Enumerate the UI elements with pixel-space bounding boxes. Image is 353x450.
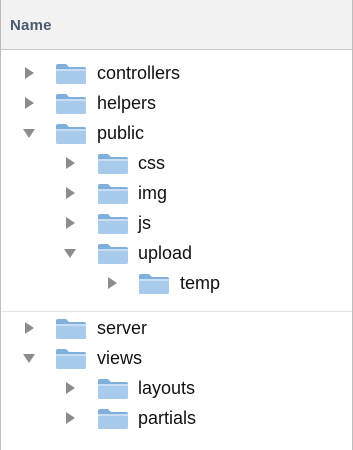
folder-icon [98,409,128,429]
folder-label: helpers [97,93,157,113]
folder-icon [139,274,169,294]
folder-label: js [138,213,151,233]
disclosure-triangle-right-icon[interactable] [22,96,36,110]
folder-icon [98,154,128,174]
disclosure-triangle-right-icon[interactable] [105,276,119,290]
disclosure-triangle-right-icon[interactable] [63,411,77,425]
folder-label: public [97,123,145,143]
disclosure-triangle-right-icon[interactable] [63,381,77,395]
disclosure-triangle-down-icon[interactable] [63,246,77,260]
folder-icon [98,184,128,204]
folder-label: views [97,348,143,368]
tree-row-layouts[interactable]: layouts [1,373,352,403]
tree-row-helpers[interactable]: helpers [1,88,352,118]
column-header[interactable]: Name [1,0,352,50]
disclosure-triangle-right-icon[interactable] [22,66,36,80]
folder-label: layouts [138,378,196,398]
disclosure-triangle-down-icon[interactable] [22,126,36,140]
folder-label: server [97,318,148,338]
tree-row-js[interactable]: js [1,208,352,238]
folder-label: temp [180,273,221,293]
tree-row-views[interactable]: views [1,343,352,373]
folder-icon [98,379,128,399]
disclosure-triangle-down-icon[interactable] [22,351,36,365]
folder-icon [98,214,128,234]
folder-icon [56,319,86,339]
tree-row-img[interactable]: img [1,178,352,208]
folder-label: img [138,183,168,203]
folder-label: css [138,153,165,173]
disclosure-triangle-right-icon[interactable] [63,216,77,230]
folder-label: controllers [97,63,181,83]
folder-icon [56,94,86,114]
name-column-header[interactable]: Name [10,17,52,34]
tree-row-server[interactable]: server [1,313,352,343]
folder-icon [56,64,86,84]
folder-label: partials [138,408,197,428]
folder-icon [56,349,86,369]
tree-row-public[interactable]: public [1,118,352,148]
folder-icon [56,124,86,144]
file-browser-pane: Name controllers helpers public css img … [0,0,353,450]
disclosure-triangle-right-icon[interactable] [63,156,77,170]
tree-row-temp[interactable]: temp [1,268,352,298]
tree-row-css[interactable]: css [1,148,352,178]
disclosure-triangle-right-icon[interactable] [63,186,77,200]
disclosure-triangle-right-icon[interactable] [22,321,36,335]
tree-row-controllers[interactable]: controllers [1,58,352,88]
folder-label: upload [138,243,193,263]
folder-icon [98,244,128,264]
tree-row-partials[interactable]: partials [1,403,352,433]
tree-row-upload[interactable]: upload [1,238,352,268]
row-divider [1,311,352,312]
